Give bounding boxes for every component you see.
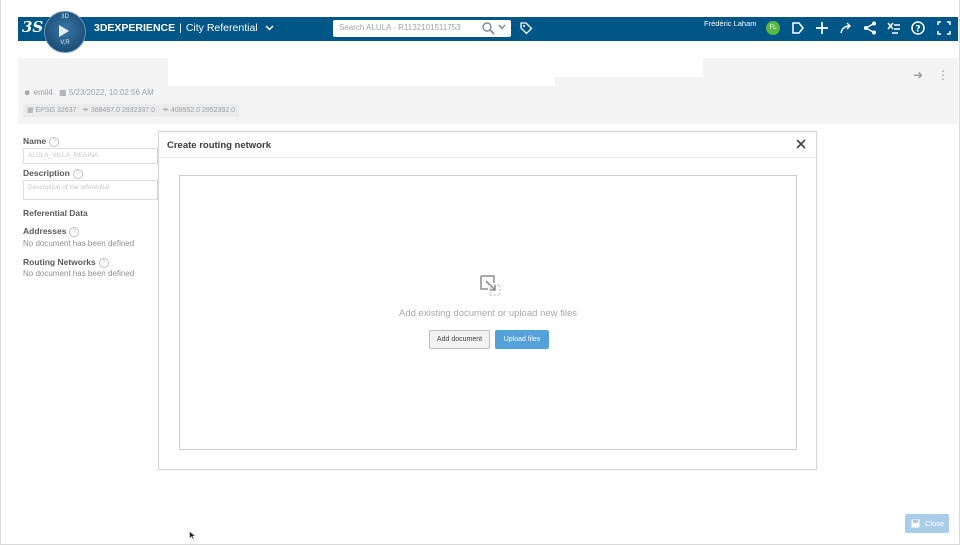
file-dropzone[interactable]: Add existing document or upload new file… <box>179 175 797 450</box>
create-routing-network-dialog: Create routing network Add existing docu… <box>158 131 817 470</box>
label-icon[interactable] <box>790 20 806 36</box>
forward-icon[interactable]: ➜ <box>913 68 923 82</box>
app-name: City Referential <box>185 22 258 34</box>
addresses-empty-text: No document has been defined <box>23 239 135 248</box>
header-blank-area-2 <box>555 58 703 77</box>
dropzone-text: Add existing document or upload new file… <box>399 308 577 319</box>
upload-files-button[interactable]: Upload files <box>495 330 549 349</box>
help-icon[interactable]: ? <box>49 136 60 147</box>
ds-logo: 3S <box>22 18 44 36</box>
compass-label-bottom: V,R <box>60 40 70 46</box>
share-icon[interactable] <box>838 20 854 36</box>
epsg-chip-label: EPSG 32637 <box>35 107 77 114</box>
svg-text:?: ? <box>915 25 920 35</box>
plus-icon[interactable] <box>814 20 830 36</box>
brand-label: 3DEXPERIENCE <box>94 22 176 34</box>
close-button-label: Close <box>925 519 945 528</box>
created-date: 5/23/2022, 10:02:56 AM <box>68 88 154 97</box>
app-title[interactable]: 3DEXPERIENCE | City Referential <box>94 22 274 34</box>
owner-meta: ☻ emil4 ▦ 5/23/2022, 10:02:56 AM <box>23 88 154 97</box>
add-document-button[interactable]: Add document <box>429 330 490 349</box>
fullscreen-icon[interactable] <box>936 20 952 36</box>
addresses-label: Addresses? <box>23 226 80 237</box>
help-icon[interactable]: ? <box>69 226 80 237</box>
description-label: Description? <box>23 168 83 179</box>
mouse-cursor-icon <box>189 531 196 540</box>
compass-button[interactable]: 3D V,R <box>44 11 86 53</box>
max-coords-chip: ✒ 408552.0 2952392.0 <box>159 104 240 117</box>
description-field[interactable]: Description of the referential <box>23 180 158 200</box>
network-icon[interactable] <box>862 20 878 36</box>
routing-networks-empty-text: No document has been defined <box>23 269 135 278</box>
chevron-down-icon <box>265 25 274 31</box>
drag-drop-icon <box>480 275 501 296</box>
help-icon[interactable]: ? <box>910 20 926 36</box>
min-coords-chip: ✒ 388497.0 2932337.0 <box>79 104 160 117</box>
tag-icon[interactable] <box>519 21 533 35</box>
search-icon[interactable] <box>481 21 495 35</box>
compass-label-top: 3D <box>61 14 69 20</box>
min-coords-label: 388497.0 2932337.0 <box>90 107 156 114</box>
save-icon <box>911 519 920 528</box>
close-button[interactable]: Close <box>905 514 949 533</box>
search-scope-chevron-icon[interactable] <box>498 24 506 30</box>
dialog-title: Create routing network <box>167 140 271 151</box>
more-vertical-icon[interactable]: ⋮ <box>937 68 949 82</box>
name-label: Name? <box>23 136 60 147</box>
play-icon <box>59 25 69 37</box>
owner-name: emil4 <box>33 88 53 97</box>
avatar[interactable]: FL <box>766 21 780 35</box>
apps-icon[interactable] <box>886 20 902 36</box>
help-icon[interactable]: ? <box>98 257 109 268</box>
max-coords-label: 408552.0 2952392.0 <box>170 107 236 114</box>
user-name[interactable]: Frédéric Laham <box>704 19 757 28</box>
epsg-chip: ▦ EPSG 32637 <box>23 104 81 117</box>
calendar-icon: ▦ <box>59 88 67 97</box>
referential-data-heading: Referential Data <box>23 208 88 218</box>
routing-networks-label: Routing Networks? <box>23 257 109 268</box>
user-icon: ☻ <box>23 88 32 97</box>
name-field[interactable]: ALULA_VILLA_REGINA <box>23 148 158 164</box>
header-blank-area <box>168 58 555 86</box>
close-icon[interactable] <box>795 138 807 150</box>
help-icon[interactable]: ? <box>72 168 83 179</box>
title-separator: | <box>179 22 182 34</box>
dialog-header: Create routing network <box>159 132 816 158</box>
